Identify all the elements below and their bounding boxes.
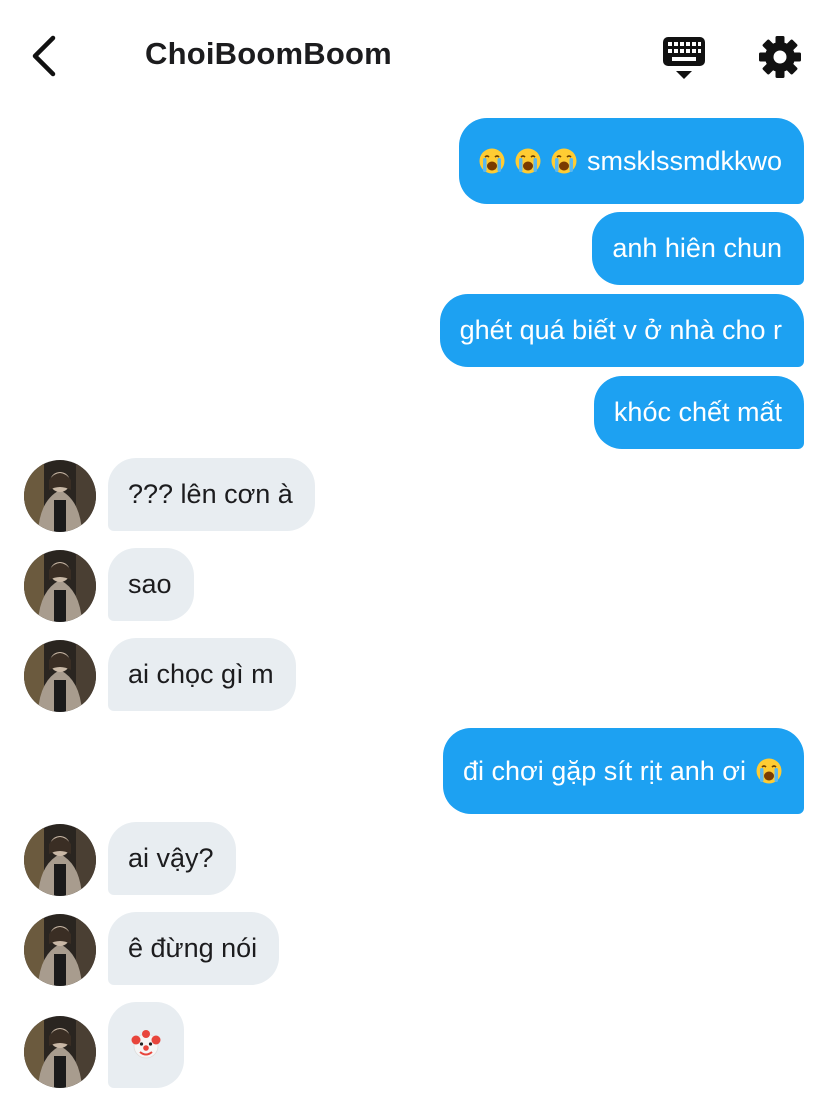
message-text: ai vậy? [128,843,214,873]
incoming-message[interactable]: ai vậy? [108,822,236,895]
keyboard-icon[interactable] [660,34,708,80]
contact-avatar[interactable] [24,550,96,622]
incoming-message[interactable]: sao [108,548,194,621]
message-text: smsklssmdkkwo [586,145,782,176]
message-text: khóc chết mất [613,397,782,427]
outgoing-message[interactable]: khóc chết mất [593,376,804,449]
gear-icon[interactable] [758,35,802,79]
contact-avatar[interactable] [24,914,96,986]
contact-avatar[interactable] [24,460,96,532]
contact-avatar[interactable] [24,1016,96,1088]
message-text: anh hiên chun [612,233,782,263]
back-chevron-icon[interactable] [26,32,66,80]
incoming-message[interactable]: ??? lên cơn à [108,458,315,531]
loudly-crying-face-icon [756,758,782,784]
chat-header: ChoiBoomBoom [0,0,828,110]
contact-avatar[interactable] [24,640,96,712]
message-text: ??? lên cơn à [128,479,293,509]
outgoing-message[interactable]: smsklssmdkkwo [458,118,804,204]
loudly-crying-face-icon [478,148,505,174]
outgoing-message[interactable]: anh hiên chun [592,212,804,285]
loudly-crying-face-icon [514,148,541,174]
message-text: sao [128,569,172,599]
message-text: ê đừng nói [128,933,258,963]
incoming-message[interactable]: ê đừng nói [108,912,280,985]
clown-face-icon [131,1030,161,1059]
message-text: đi chơi gặp sít rịt anh ơi [462,755,746,786]
outgoing-message[interactable]: ghét quá biết v ở nhà cho r [439,294,804,367]
outgoing-message[interactable]: đi chơi gặp sít rịt anh ơi [442,728,804,814]
incoming-message[interactable] [108,1002,184,1088]
message-text: ghét quá biết v ở nhà cho r [459,315,782,345]
incoming-message[interactable]: ai chọc gì m [108,638,296,711]
conversation-title[interactable]: ChoiBoomBoom [145,36,392,72]
contact-avatar[interactable] [24,824,96,896]
loudly-crying-face-icon [550,148,577,174]
message-text: ai chọc gì m [128,659,274,689]
